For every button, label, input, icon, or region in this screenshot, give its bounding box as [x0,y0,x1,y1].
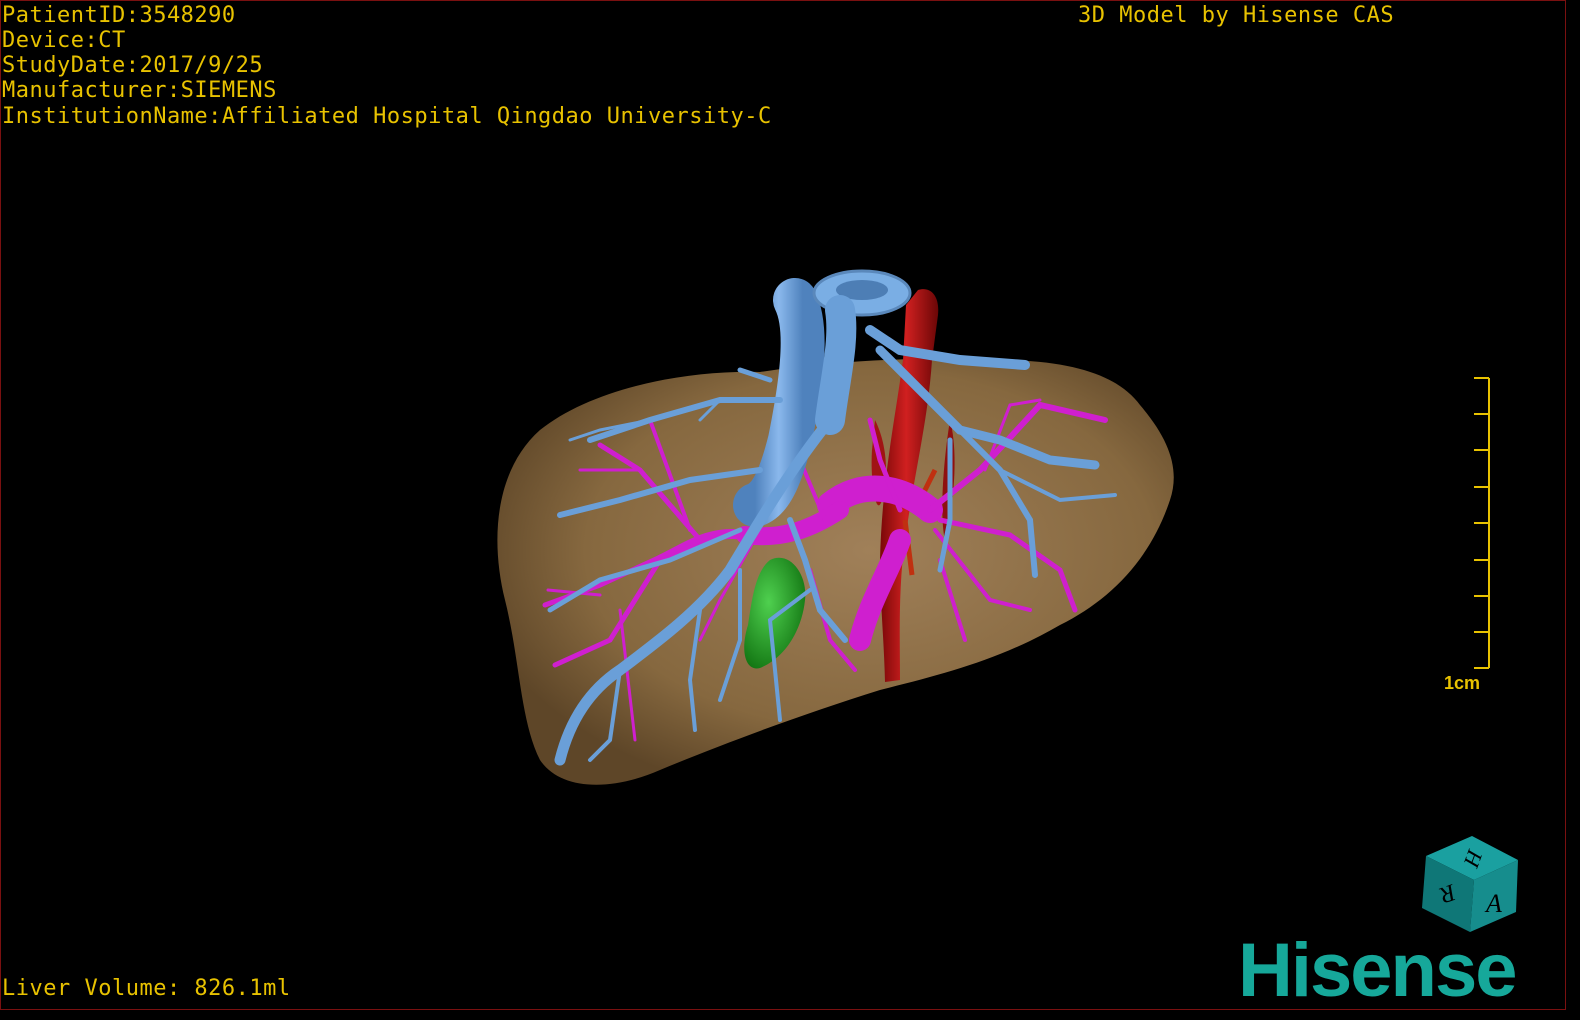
model-credit: 3D Model by Hisense CAS [1078,3,1395,28]
3d-viewport[interactable] [0,0,1566,1010]
institution-name: InstitutionName:Affiliated Hospital Qing… [2,104,772,129]
liver-volume: Liver Volume: 826.1ml [2,976,291,1001]
patient-id: PatientID:3548290 [2,3,236,28]
device: Device:CT [2,28,126,53]
study-date: StudyDate:2017/9/25 [2,53,264,78]
cube-face-right: A [1484,889,1502,918]
scale-bar [1474,377,1490,669]
orientation-cube[interactable]: H R A [1418,832,1522,936]
manufacturer: Manufacturer:SIEMENS [2,78,277,103]
hisense-logo: Hisense [1238,928,1517,1013]
scale-bar-label: 1cm [1444,673,1481,693]
